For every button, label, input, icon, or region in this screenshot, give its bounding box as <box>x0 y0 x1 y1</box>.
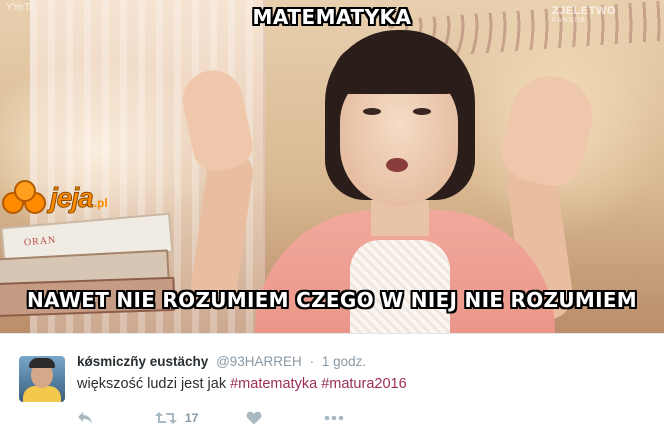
book-cover-text: ORAN <box>23 234 57 249</box>
more-button[interactable] <box>324 415 344 421</box>
retweet-icon <box>155 412 177 424</box>
retweet-button[interactable]: 17 <box>155 411 198 425</box>
reply-icon <box>78 412 92 424</box>
tweet-body-text: większość ludzi jest jak <box>77 376 231 392</box>
display-name[interactable]: kǿsmiczñy eustächy <box>77 354 208 369</box>
tweet-text: większość ludzi jest jak #matematyka #ma… <box>77 376 407 392</box>
hashtag-matematyka[interactable]: #matematyka <box>230 376 317 392</box>
avatar[interactable] <box>19 356 65 402</box>
meme-caption: NAWET NIE ROZUMIEM CZEGO W NIEJ NIE ROZU… <box>26 288 638 312</box>
jeja-logo: jeja .pl <box>2 180 108 216</box>
hashtag-matura2016[interactable]: #matura2016 <box>321 376 406 392</box>
like-icon <box>246 411 262 425</box>
meme-title: MATEMATYKA <box>252 5 412 29</box>
tweet-actions: 17 <box>77 409 344 427</box>
reply-button[interactable] <box>77 411 97 425</box>
retweet-count: 17 <box>185 411 199 425</box>
tweet-header: kǿsmiczñy eustächy @93HARREH · 1 godz. <box>77 354 366 369</box>
like-button[interactable] <box>246 411 262 425</box>
meme-image: ORAN YYeTs ZJELETWO FANSUB jeja .pl MATE… <box>0 0 664 333</box>
separator: · <box>309 354 315 369</box>
book-stack: ORAN <box>0 212 185 333</box>
more-icon <box>325 415 344 421</box>
jeja-mascot-icon <box>2 180 48 216</box>
user-handle[interactable]: @93HARREH <box>216 354 302 369</box>
tweet-timestamp[interactable]: 1 godz. <box>322 354 366 369</box>
tweet-card: kǿsmiczñy eustächy @93HARREH · 1 godz. w… <box>0 333 664 443</box>
